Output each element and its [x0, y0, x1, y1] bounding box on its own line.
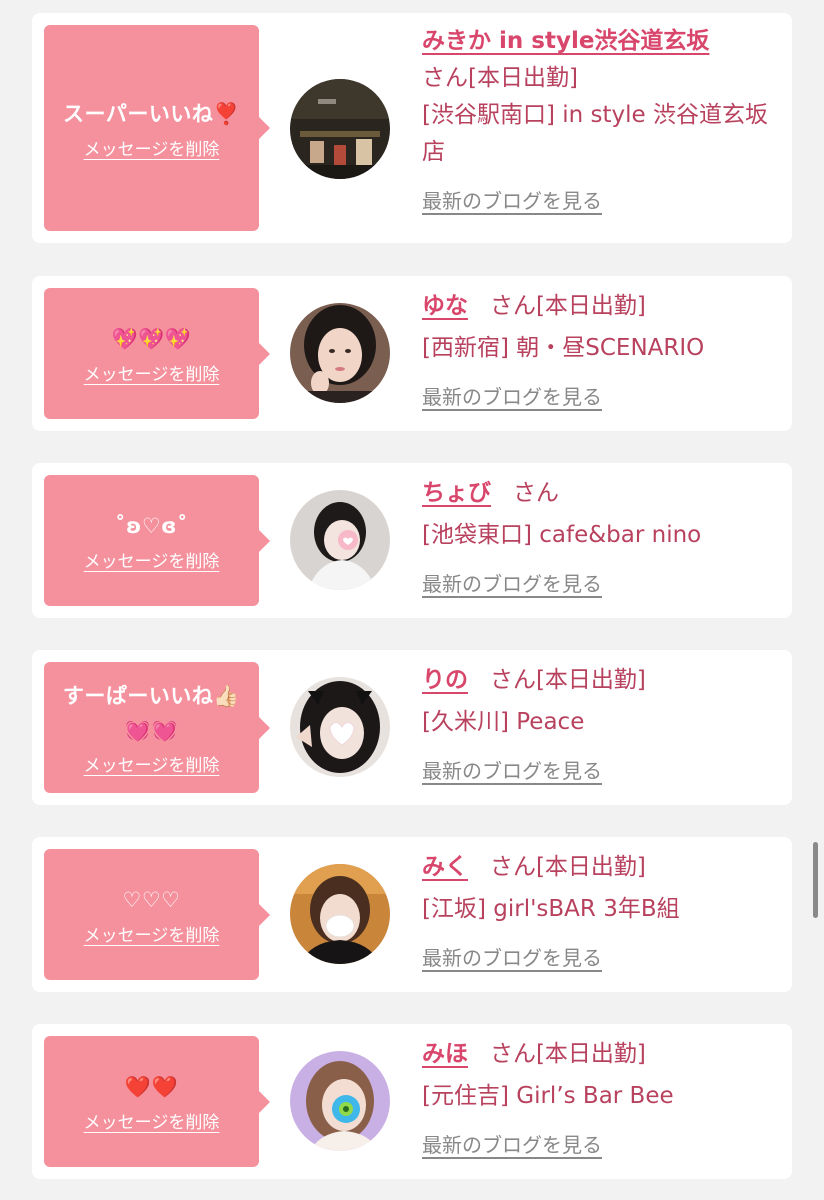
cast-name-link[interactable]: みほ	[422, 1041, 468, 1067]
cast-info: ゆな さん[本日出勤] [西新宿] 朝・昼SCENARIO 最新のブログを見る	[422, 288, 772, 410]
cast-status: さん[本日出勤]	[422, 65, 578, 91]
view-blog-link[interactable]: 最新のブログを見る	[422, 568, 602, 597]
shop-info: [久米川] Peace	[422, 709, 585, 735]
delete-message-link[interactable]: メッセージを削除	[84, 921, 220, 946]
shop-info: [西新宿] 朝・昼SCENARIO	[422, 335, 705, 361]
message-card: スーパーいいね❣️ メッセージを削除 みきか in style渋谷道玄坂 さん[…	[32, 13, 792, 243]
delete-message-link[interactable]: メッセージを削除	[84, 751, 220, 776]
message-text: スーパーいいね❣️	[63, 101, 240, 126]
delete-message-link[interactable]: メッセージを削除	[84, 547, 220, 572]
shop-info: [江坂] girl'sBAR 3年B組	[422, 896, 680, 922]
shop-info: [渋谷駅南口] in style 渋谷道玄坂店	[422, 102, 768, 165]
cast-info: みきか in style渋谷道玄坂 さん[本日出勤] [渋谷駅南口] in st…	[422, 23, 772, 214]
view-blog-link[interactable]: 最新のブログを見る	[422, 381, 602, 410]
cast-info: みく さん[本日出勤] [江坂] girl'sBAR 3年B組 最新のブログを見…	[422, 849, 772, 971]
message-text: ˚ʚ♡ɞ˚	[114, 514, 189, 538]
message-card: ♡♡♡ メッセージを削除 みく さん[本日出勤] [江坂] girl'sBAR …	[32, 837, 792, 992]
message-text: ❤️❤️	[124, 1075, 179, 1099]
message-bubble: 💖💖💖 メッセージを削除	[44, 288, 270, 419]
view-blog-link[interactable]: 最新のブログを見る	[422, 755, 602, 784]
shop-info: [元住吉] Girl’s Bar Bee	[422, 1083, 674, 1109]
message-bubble: ˚ʚ♡ɞ˚ メッセージを削除	[44, 475, 270, 606]
cast-info: りの さん[本日出勤] [久米川] Peace 最新のブログを見る	[422, 662, 772, 784]
message-bubble: ❤️❤️ メッセージを削除	[44, 1036, 270, 1167]
message-card: ˚ʚ♡ɞ˚ メッセージを削除 ちょび さん [池袋東口] cafe&bar ni…	[32, 463, 792, 618]
message-text: ♡♡♡	[122, 888, 181, 912]
scrollbar[interactable]	[813, 842, 818, 918]
avatar[interactable]	[290, 490, 390, 590]
message-text: すーぱーいいね👍🏻 💓💓	[62, 684, 241, 742]
cast-info: ちょび さん [池袋東口] cafe&bar nino 最新のブログを見る	[422, 475, 772, 597]
message-card: ❤️❤️ メッセージを削除 みほ さん[本日出勤] [元住吉] Girl’s B…	[32, 1024, 792, 1179]
cast-name-link[interactable]: みく	[422, 854, 468, 880]
message-text: 💖💖💖	[111, 327, 192, 351]
avatar[interactable]	[290, 79, 390, 179]
avatar[interactable]	[290, 1051, 390, 1151]
cast-status: さん[本日出勤]	[489, 1041, 646, 1067]
view-blog-link[interactable]: 最新のブログを見る	[422, 1129, 602, 1158]
message-card: すーぱーいいね👍🏻 💓💓 メッセージを削除 りの さん[本日出勤] [久米川] …	[32, 650, 792, 805]
cast-status: さん[本日出勤]	[489, 293, 646, 319]
delete-message-link[interactable]: メッセージを削除	[84, 1108, 220, 1133]
cast-name-link[interactable]: みきか in style渋谷道玄坂	[422, 28, 709, 54]
cast-name-link[interactable]: ちょび	[422, 480, 491, 506]
message-card: 💖💖💖 メッセージを削除 ゆな さん[本日出勤] [西新宿] 朝・昼SCENAR…	[32, 276, 792, 431]
cast-status: さん[本日出勤]	[489, 854, 646, 880]
cast-info: みほ さん[本日出勤] [元住吉] Girl’s Bar Bee 最新のブログを…	[422, 1036, 772, 1158]
cast-status: さん[本日出勤]	[489, 667, 646, 693]
view-blog-link[interactable]: 最新のブログを見る	[422, 942, 602, 971]
shop-info: [池袋東口] cafe&bar nino	[422, 522, 702, 548]
cast-name-link[interactable]: ゆな	[422, 293, 468, 319]
message-bubble: ♡♡♡ メッセージを削除	[44, 849, 270, 980]
message-bubble: すーぱーいいね👍🏻 💓💓 メッセージを削除	[44, 662, 270, 793]
delete-message-link[interactable]: メッセージを削除	[84, 135, 220, 160]
cast-status: さん	[512, 480, 559, 506]
avatar[interactable]	[290, 303, 390, 403]
message-bubble: スーパーいいね❣️ メッセージを削除	[44, 25, 270, 231]
delete-message-link[interactable]: メッセージを削除	[84, 360, 220, 385]
avatar[interactable]	[290, 677, 390, 777]
avatar[interactable]	[290, 864, 390, 964]
view-blog-link[interactable]: 最新のブログを見る	[422, 185, 602, 214]
cast-name-link[interactable]: りの	[422, 667, 468, 693]
message-list: スーパーいいね❣️ メッセージを削除 みきか in style渋谷道玄坂 さん[…	[0, 0, 824, 1200]
